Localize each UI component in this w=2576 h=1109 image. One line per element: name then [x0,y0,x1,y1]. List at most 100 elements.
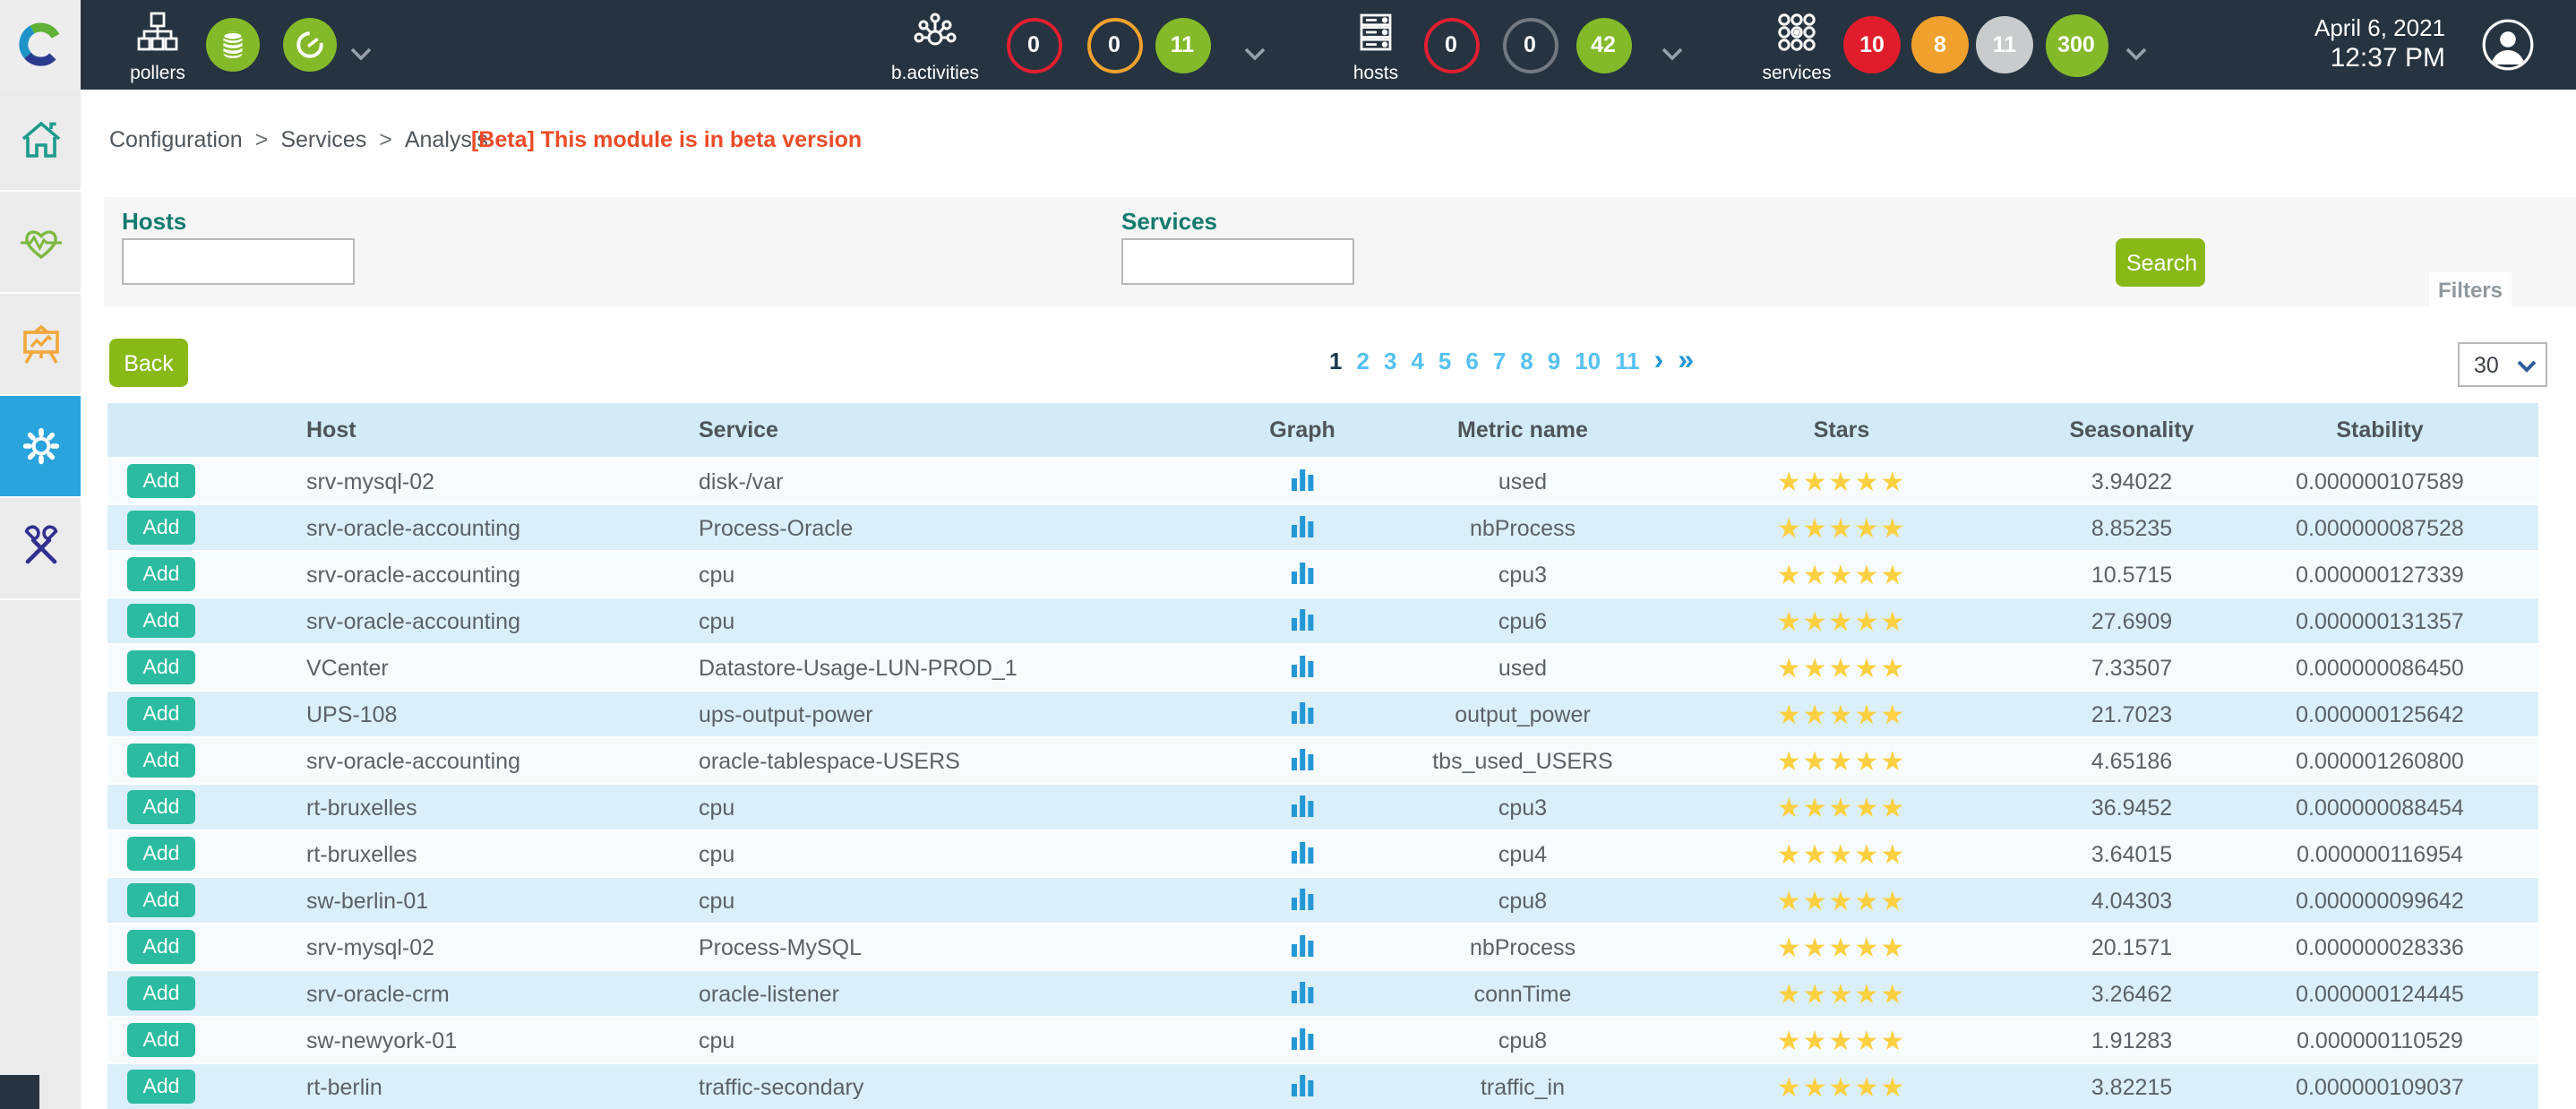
add-button[interactable]: Add [127,697,195,731]
add-button[interactable]: Add [127,1023,195,1057]
graph-icon[interactable] [1291,933,1314,961]
add-button[interactable]: Add [127,837,195,871]
table-row: Addrt-bruxellescpucpu4★★★★★3.640150.0000… [107,830,2538,876]
add-button[interactable]: Add [127,883,195,917]
stability-cell: 0.000000131357 [2221,608,2538,633]
graph-icon[interactable] [1291,1026,1314,1054]
add-button[interactable]: Add [127,557,195,591]
star-icon: ★ [1829,839,1855,870]
graph-icon[interactable] [1291,700,1314,728]
star-icon: ★ [1803,560,1829,590]
seasonality-cell: 27.6909 [2042,608,2221,633]
star-icon: ★ [1777,467,1803,497]
status-badge-services-fill-gray[interactable]: 11 [1976,16,2033,73]
back-button[interactable]: Back [109,339,188,387]
status-badge-hosts-outline-red[interactable]: 0 [1423,17,1479,73]
services-filter-input[interactable] [1121,238,1354,285]
status-badge-services-fill-green[interactable]: 300 [2045,13,2108,76]
status-badge-hosts-outline-gray[interactable]: 0 [1502,17,1558,73]
pagination-page-4[interactable]: 4 [1411,348,1423,374]
graph-icon[interactable] [1291,513,1314,542]
star-icon: ★ [1880,513,1906,544]
metric-cell: cpu3 [1404,562,1641,587]
seasonality-cell: 3.94022 [2042,469,2221,494]
filter-panel: Hosts Services Search [104,197,2576,306]
pagination-page-9[interactable]: 9 [1548,348,1560,374]
pagination-page-11[interactable]: 11 [1615,348,1640,374]
graph-icon[interactable] [1291,886,1314,915]
header-graph: Graph [1200,417,1404,443]
add-button[interactable]: Add [127,464,195,498]
hosts-server-icon[interactable] [1354,11,1397,54]
ba-hub-icon[interactable] [912,11,958,57]
poller-chevron-down-icon[interactable] [349,38,373,70]
gauge-icon[interactable] [283,18,337,72]
service-cell: oracle-listener [645,981,1200,1006]
pagination-page-6[interactable]: 6 [1465,348,1478,374]
graph-icon[interactable] [1291,839,1314,868]
pollers-icon[interactable] [136,11,179,54]
status-badge-b.activities-fill-green[interactable]: 11 [1155,17,1210,73]
add-button[interactable]: Add [127,930,195,964]
star-icon: ★ [1829,700,1855,730]
status-badge-services-fill-orange[interactable]: 8 [1911,16,1969,73]
pagination-page-8[interactable]: 8 [1520,348,1533,374]
sidebar-item-monitoring[interactable] [0,192,81,294]
star-icon: ★ [1880,467,1906,497]
status-badge-services-fill-red[interactable]: 10 [1843,16,1901,73]
graph-icon[interactable] [1291,979,1314,1008]
star-icon: ★ [1777,839,1803,870]
graph-icon[interactable] [1291,1072,1314,1101]
sidebar-item-reporting[interactable] [0,294,81,396]
star-icon: ★ [1880,560,1906,590]
hosts-chevron-down-icon[interactable] [1661,38,1684,70]
graph-icon[interactable] [1291,560,1314,589]
pagination-page-7[interactable]: 7 [1493,348,1506,374]
pagination-page-10[interactable]: 10 [1575,348,1601,374]
graph-icon[interactable] [1291,467,1314,495]
hosts-filter-input[interactable] [122,238,355,285]
status-badge-b.activities-outline-red[interactable]: 0 [1006,17,1061,73]
sidebar-item-home[interactable] [0,90,81,192]
sidebar-footer-block[interactable] [0,1075,39,1109]
pagination-page-5[interactable]: 5 [1438,348,1451,374]
services-label: services [1743,63,1850,84]
add-button[interactable]: Add [127,1070,195,1104]
ba-chevron-down-icon[interactable] [1243,38,1267,70]
page-size-select[interactable]: 30 [2460,344,2546,385]
graph-icon[interactable] [1291,793,1314,821]
pagination-page-2[interactable]: 2 [1356,348,1369,374]
add-button[interactable]: Add [127,976,195,1010]
database-icon[interactable] [206,18,260,72]
centreon-logo[interactable] [0,0,81,90]
sidebar-item-configuration[interactable] [0,396,81,498]
search-button[interactable]: Search [2116,238,2205,287]
metrics-table: Host Service Graph Metric name Stars Sea… [107,403,2538,1109]
graph-icon[interactable] [1291,606,1314,635]
star-icon: ★ [1803,606,1829,637]
header-stars: Stars [1641,417,2042,443]
table-row: Addsw-newyork-01cpucpu8★★★★★1.912830.000… [107,1016,2538,1062]
pagination-next-icon[interactable]: › [1654,349,1664,373]
graph-icon[interactable] [1291,653,1314,682]
graph-icon[interactable] [1291,746,1314,775]
status-badge-b.activities-outline-orange[interactable]: 0 [1086,17,1142,73]
pagination-page-1[interactable]: 1 [1329,348,1342,374]
add-button[interactable]: Add [127,604,195,638]
services-chevron-down-icon[interactable] [2125,38,2148,70]
star-icon: ★ [1829,1026,1855,1056]
add-button[interactable]: Add [127,650,195,684]
star-icon: ★ [1803,746,1829,777]
status-badge-hosts-fill-green[interactable]: 42 [1576,17,1631,73]
add-button[interactable]: Add [127,744,195,778]
add-button[interactable]: Add [127,790,195,824]
user-profile-icon[interactable] [2481,18,2535,81]
pagination-last-icon[interactable]: » [1678,349,1694,373]
breadcrumb-services[interactable]: Services [280,127,366,152]
add-button[interactable]: Add [127,511,195,545]
services-grid-icon[interactable] [1775,11,1818,54]
breadcrumb-configuration[interactable]: Configuration [109,127,243,152]
sidebar-item-administration[interactable] [0,498,81,600]
host-cell: sw-newyork-01 [269,1027,645,1053]
pagination-page-3[interactable]: 3 [1384,348,1396,374]
